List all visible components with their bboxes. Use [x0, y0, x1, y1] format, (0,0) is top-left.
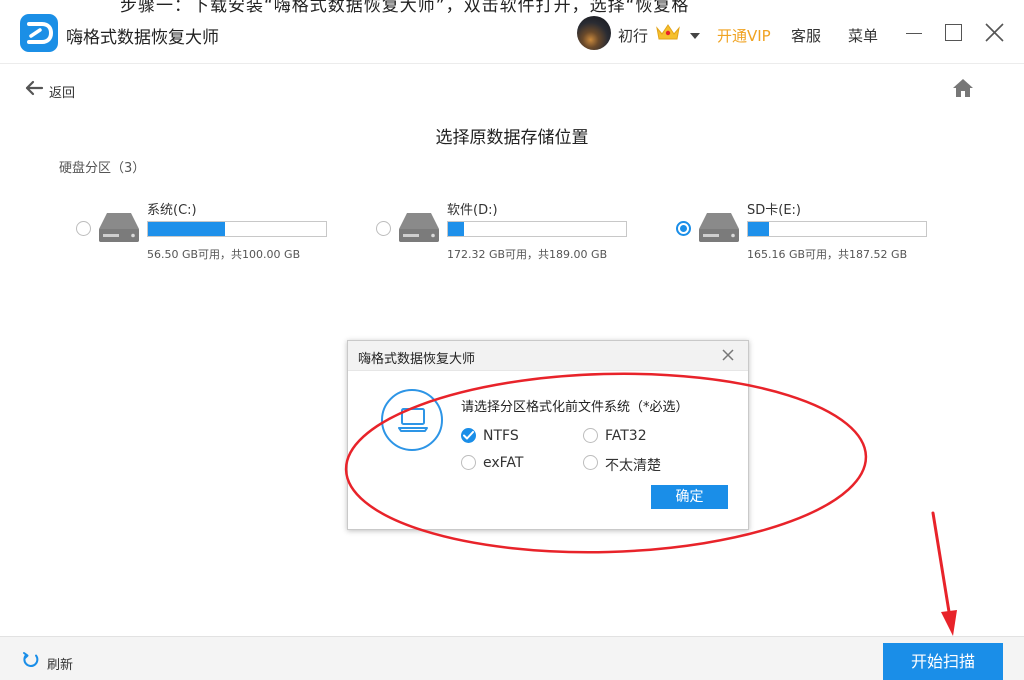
dialog-title: 嗨格式数据恢复大师 [358, 352, 476, 367]
drive-name: 系统(C:) [147, 203, 197, 218]
option-radio[interactable] [583, 455, 598, 470]
drive-usage-text: 56.50 GB可用，共100.00 GB [147, 248, 301, 261]
drive-usage-text: 172.32 GB可用，共189.00 GB [447, 248, 608, 261]
confirm-button[interactable]: 确定 [651, 485, 728, 509]
drive-usage-fill [148, 222, 226, 236]
drive-radio-selected[interactable] [676, 221, 691, 236]
user-name[interactable]: 初行 [618, 25, 648, 46]
page-heading: 选择原数据存储位置 [435, 128, 589, 148]
drive-usage-fill [748, 222, 770, 236]
annotation-arrowhead [941, 610, 957, 636]
bottom-bar: 刷新 开始扫描 [0, 636, 1024, 680]
chevron-down-icon[interactable] [689, 26, 701, 45]
drive-item-d[interactable]: 软件(D:) 172.32 GB可用，共189.00 GB [376, 196, 676, 266]
drive-usage-fill [448, 222, 464, 236]
hard-disk-icon [698, 211, 740, 247]
laptop-icon [381, 389, 443, 451]
minimize-icon[interactable] [906, 33, 922, 34]
option-label: NTFS [483, 428, 519, 444]
option-label: 不太清楚 [605, 458, 661, 474]
back-arrow-icon[interactable] [24, 80, 44, 100]
option-radio[interactable] [461, 455, 476, 470]
app-logo-icon [20, 14, 58, 52]
back-button[interactable]: 返回 [49, 82, 75, 101]
option-label: exFAT [483, 455, 524, 471]
drive-usage-bar [147, 221, 327, 237]
avatar[interactable] [577, 16, 611, 50]
annotation-arrow-line [931, 511, 952, 620]
checkmark-icon[interactable] [461, 428, 476, 443]
refresh-button[interactable]: 刷新 [47, 654, 73, 673]
dialog-header: 嗨格式数据恢复大师 [348, 341, 748, 371]
partition-section-label: 硬盘分区（3） [59, 161, 146, 176]
open-vip-link[interactable]: 开通VIP [717, 25, 771, 46]
option-radio[interactable] [583, 428, 598, 443]
drive-name: 软件(D:) [447, 203, 498, 218]
customer-service-link[interactable]: 客服 [791, 25, 821, 46]
drive-usage-text: 165.16 GB可用，共187.52 GB [747, 248, 908, 261]
menu-button[interactable]: 菜单 [848, 25, 878, 46]
app-title: 嗨格式数据恢复大师 [66, 28, 219, 48]
close-icon[interactable] [721, 347, 735, 366]
option-label: FAT32 [605, 428, 647, 444]
drive-radio[interactable] [376, 221, 391, 236]
maximize-icon[interactable] [945, 24, 962, 41]
drive-radio[interactable] [76, 221, 91, 236]
drive-usage-bar [747, 221, 927, 237]
home-icon[interactable] [952, 78, 974, 102]
start-scan-button[interactable]: 开始扫描 [883, 643, 1003, 680]
drive-item-c[interactable]: 系统(C:) 56.50 GB可用，共100.00 GB [76, 196, 376, 266]
title-bar: 步骤一：下载安装“嗨格式数据恢复大师”，双击软件打开，选择“恢复格 嗨格式数据恢… [0, 0, 1024, 64]
drive-name: SD卡(E:) [747, 203, 801, 218]
close-icon[interactable] [985, 23, 1004, 46]
file-system-dialog: 嗨格式数据恢复大师 请选择分区格式化前文件系统（*必选） NTFS FAT32 … [347, 340, 749, 530]
cropped-article-text: 步骤一：下载安装“嗨格式数据恢复大师”，双击软件打开，选择“恢复格 [120, 0, 690, 16]
hard-disk-icon [98, 211, 140, 247]
drive-usage-bar [447, 221, 627, 237]
hard-disk-icon [398, 211, 440, 247]
dialog-prompt: 请选择分区格式化前文件系统（*必选） [461, 400, 689, 415]
drive-item-e[interactable]: SD卡(E:) 165.16 GB可用，共187.52 GB [676, 196, 976, 266]
crown-icon [655, 22, 681, 46]
refresh-icon[interactable] [22, 651, 40, 673]
